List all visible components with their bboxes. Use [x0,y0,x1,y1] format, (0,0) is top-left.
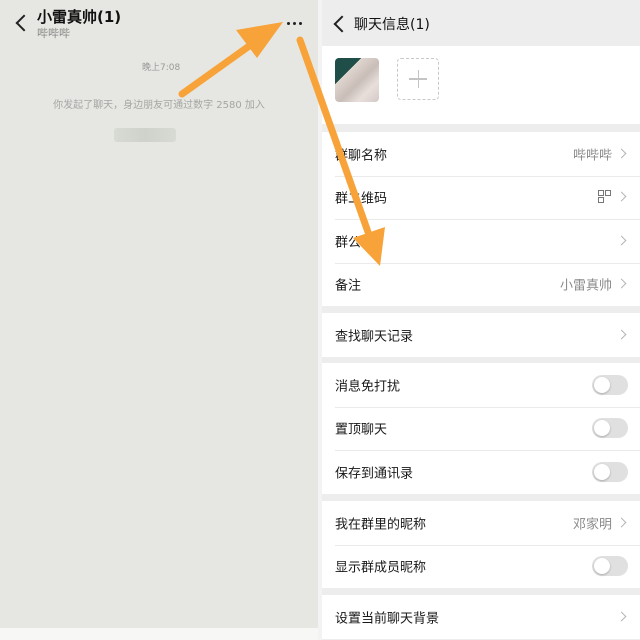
chat-title: 小雷真帅(1) [37,8,122,26]
group-name-row[interactable]: 群聊名称 哔哔哔 [322,132,640,176]
chevron-right-icon [616,235,627,246]
input-bar[interactable] [0,628,318,640]
pin-chat-row: 置顶聊天 [322,406,640,451]
chat-header: 小雷真帅(1) 哔哔哔 [0,0,318,46]
row-label: 备注 [335,278,362,294]
settings-group-1: 群聊名称 哔哔哔 群二维码 群公告 备注 小雷真帅 [322,132,640,306]
info-title: 聊天信息(1) [354,17,430,33]
my-nickname-row[interactable]: 我在群里的昵称 邓家明 [322,501,640,545]
settings-group-5: 设置当前聊天背景 [322,595,640,639]
group-qr-code-row[interactable]: 群二维码 [322,175,640,220]
row-label: 群二维码 [335,191,388,207]
row-label: 我在群里的昵称 [335,517,427,533]
row-label: 群公告 [335,235,375,251]
remark-row[interactable]: 备注 小雷真帅 [322,262,640,307]
show-member-nicknames-row: 显示群成员昵称 [322,544,640,589]
save-contacts-toggle[interactable] [592,461,628,482]
chevron-right-icon [616,517,627,528]
qr-code-icon [598,190,612,204]
member-list [322,46,640,124]
blurred-message [114,128,176,142]
info-header: 聊天信息(1) [322,0,640,46]
back-arrow-icon[interactable] [333,15,351,33]
show-nicknames-toggle[interactable] [592,556,628,577]
chevron-right-icon [616,191,627,202]
mute-notifications-row: 消息免打扰 [322,363,640,407]
chat-screen: 小雷真帅(1) 哔哔哔 晚上7:08 你发起了聊天，身边朋友可通过数字 2580… [0,0,318,640]
system-message: 你发起了聊天，身边朋友可通过数字 2580 加入 [53,100,265,111]
chat-background-row[interactable]: 设置当前聊天背景 [322,595,640,639]
pin-toggle[interactable] [592,418,628,439]
settings-group-3: 消息免打扰 置顶聊天 保存到通讯录 [322,363,640,494]
chevron-right-icon [616,329,627,340]
message-time: 晚上7:08 [142,63,181,73]
chevron-right-icon [616,611,627,622]
group-announcement-row[interactable]: 群公告 [322,219,640,263]
row-value: 哔哔哔 [572,148,612,164]
chevron-right-icon [616,278,627,289]
more-options-icon[interactable] [280,12,308,34]
mute-toggle[interactable] [592,374,628,395]
row-label: 显示群成员昵称 [335,560,427,576]
row-label: 保存到通讯录 [335,466,414,482]
row-label: 群聊名称 [335,148,388,164]
chat-subtitle: 哔哔哔 [37,27,70,40]
row-label: 查找聊天记录 [335,329,414,345]
add-member-button[interactable] [397,58,439,100]
chevron-right-icon [616,148,627,159]
chat-info-screen: 聊天信息(1) 群聊名称 哔哔哔 群二维码 群公告 备注 小雷真帅 查找聊天记录… [322,0,640,640]
row-value: 邓家明 [572,517,612,533]
row-label: 消息免打扰 [335,379,401,395]
settings-group-4: 我在群里的昵称 邓家明 显示群成员昵称 [322,501,640,588]
row-label: 设置当前聊天背景 [335,611,440,627]
row-value: 小雷真帅 [559,278,612,294]
search-chat-history-row[interactable]: 查找聊天记录 [322,313,640,357]
back-arrow-icon[interactable] [15,14,33,32]
settings-group-2: 查找聊天记录 [322,313,640,357]
member-avatar[interactable] [335,58,379,102]
save-to-contacts-row: 保存到通讯录 [322,450,640,494]
row-label: 置顶聊天 [335,422,388,438]
